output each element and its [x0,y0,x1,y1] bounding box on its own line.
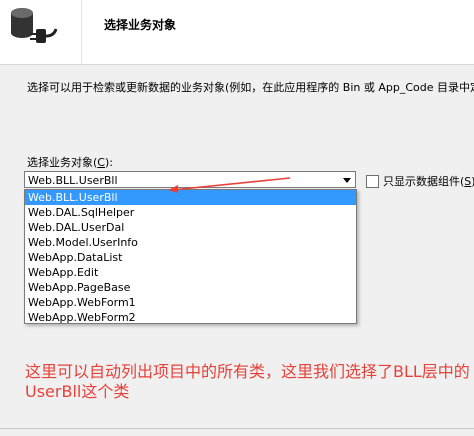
annotation-text: 这里可以自动列出项目中的所有类，这里我们选择了BLL层中的UserBll这个类 [25,362,470,401]
select-business-object-label: 选择业务对象(C): [27,154,113,170]
select-label-suffix: ): [104,156,113,169]
checkbox-label: 只显示数据组件(S) [383,175,474,188]
show-data-components-only[interactable]: 只显示数据组件(S) [366,173,474,189]
list-item[interactable]: WebApp.DataList [25,250,356,265]
list-item[interactable]: WebApp.Edit [25,265,356,280]
list-item[interactable]: WebApp.WebForm2 [25,310,356,325]
checkbox-label-prefix: 只显示数据组件( [383,175,465,188]
data-source-plug-icon [11,8,58,43]
footer-divider [0,428,474,429]
list-item[interactable]: Web.DAL.UserDal [25,220,356,235]
select-label-accesskey: C [97,156,105,169]
wizard-header: 选择业务对象 [0,0,474,65]
page-title: 选择业务对象 [104,18,177,32]
list-item[interactable]: WebApp.PageBase [25,280,356,295]
list-item[interactable]: Web.BLL.UserBll [25,190,356,205]
description-text: 选择可以用于检索或更新数据的业务对象(例如，在此应用程序的 Bin 或 App_… [27,81,474,94]
list-item[interactable]: WebApp.WebForm1 [25,295,356,310]
data-components-checkbox[interactable] [366,174,379,188]
header-divider [81,0,82,64]
list-item[interactable]: Web.Model.UserInfo [25,235,356,250]
chevron-down-icon[interactable] [343,178,351,183]
select-label-prefix: 选择业务对象( [27,156,98,169]
business-object-select[interactable]: Web.BLL.UserBll [24,171,356,188]
business-object-dropdown-list[interactable]: Web.BLL.UserBll Web.DAL.SqlHelper Web.DAL.… [24,189,357,324]
select-value: Web.BLL.UserBll [28,174,118,187]
list-item[interactable]: Web.DAL.SqlHelper [25,205,356,220]
